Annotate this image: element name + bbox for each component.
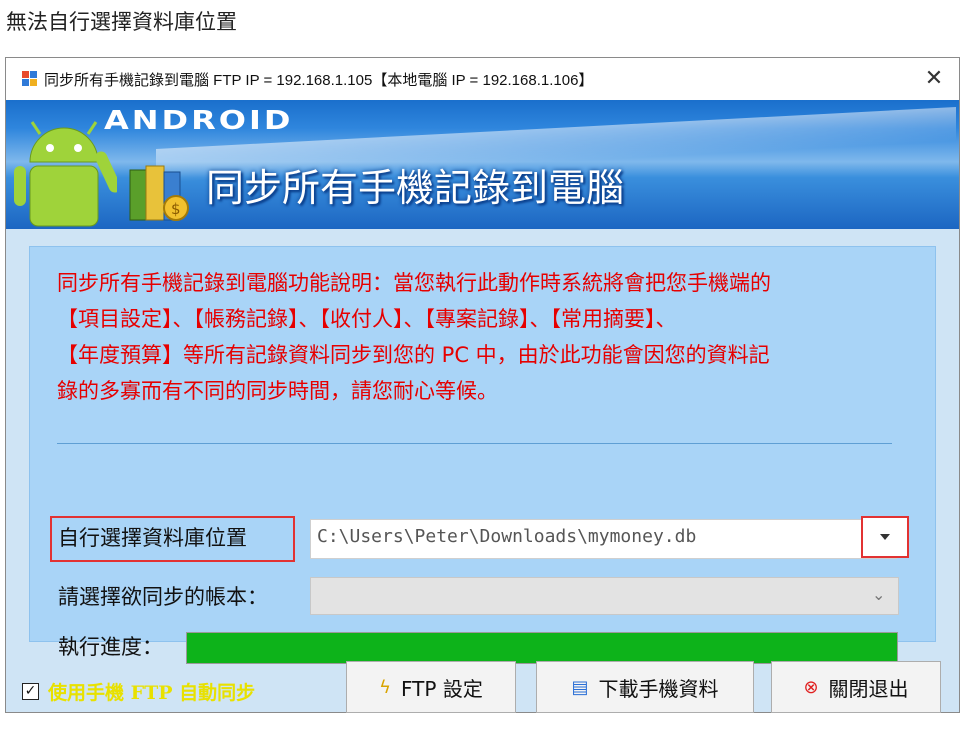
banner-title: 同步所有手機記錄到電腦 xyxy=(206,166,625,210)
title-bar: 同步所有手機記錄到電腦 FTP IP = 192.168.1.105【本地電腦 … xyxy=(6,58,959,100)
description-line: 錄的多寡而有不同的同步時間，請您耐心等候。 xyxy=(57,379,498,403)
db-location-dropdown-button[interactable] xyxy=(861,516,909,558)
auto-sync-label[interactable]: 使用手機 FTP 自動同步 xyxy=(48,678,255,705)
db-location-value: C:\Users\Peter\Downloads\mymoney.db xyxy=(317,526,697,547)
chevron-down-icon[interactable]: ⌄ xyxy=(872,585,885,604)
download-phone-data-label: 下載手機資料 xyxy=(598,676,719,701)
close-circle-icon: ⊗ xyxy=(803,676,819,698)
description-line: 【項目設定】、【帳務記錄】、【收付人】、【專案記錄】、【常用摘要】、 xyxy=(57,307,677,331)
separator-line xyxy=(57,443,892,444)
progress-label: 執行進度： xyxy=(58,635,163,659)
download-phone-data-button[interactable]: ▤ 下載手機資料 xyxy=(536,661,754,713)
books-coin-icon: $ xyxy=(129,165,189,221)
db-location-label: 自行選擇資料庫位置 xyxy=(58,526,247,550)
auto-sync-checkbox[interactable]: ✓ xyxy=(22,683,39,700)
android-robot-icon xyxy=(14,121,117,227)
progress-bar xyxy=(186,632,898,664)
description-text: 同步所有手機記錄到電腦功能說明：當您執行此動作時系統將會把您手機端的 【項目設定… xyxy=(57,265,917,409)
page-caption: 無法自行選擇資料庫位置 xyxy=(6,10,237,34)
close-exit-button[interactable]: ⊗ 關閉退出 xyxy=(771,661,941,713)
android-wordmark: ANDROID xyxy=(104,105,294,136)
dialog-window: 同步所有手機記錄到電腦 FTP IP = 192.168.1.105【本地電腦 … xyxy=(5,57,960,713)
list-icon: ▤ xyxy=(571,676,589,698)
lightning-icon: ϟ xyxy=(379,676,392,698)
close-exit-label: 關閉退出 xyxy=(828,676,909,701)
svg-text:$: $ xyxy=(171,200,181,218)
description-line: 同步所有手機記錄到電腦功能說明：當您執行此動作時系統將會把您手機端的 xyxy=(57,271,771,295)
window-close-button[interactable]: ✕ xyxy=(919,64,949,94)
account-book-select[interactable] xyxy=(310,577,899,615)
account-book-label: 請選擇欲同步的帳本： xyxy=(58,585,268,609)
ftp-settings-button[interactable]: ϟ FTP 設定 xyxy=(346,661,516,713)
progress-fill xyxy=(187,633,897,663)
ftp-settings-label: FTP 設定 xyxy=(401,676,483,701)
app-icon xyxy=(22,71,38,87)
description-line: 【年度預算】等所有記錄資料同步到您的 PC 中，由於此功能會因您的資料記 xyxy=(57,343,770,367)
window-title: 同步所有手機記錄到電腦 FTP IP = 192.168.1.105【本地電腦 … xyxy=(44,72,594,89)
triangle-down-icon xyxy=(880,534,890,540)
db-location-combobox[interactable]: C:\Users\Peter\Downloads\mymoney.db xyxy=(310,519,897,559)
header-banner: ANDROID $ 同步所有手機記錄到電腦 xyxy=(6,100,959,229)
